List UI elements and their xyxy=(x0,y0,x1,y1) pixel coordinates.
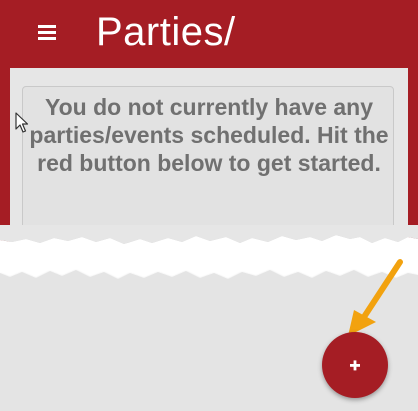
plus-icon xyxy=(350,360,360,371)
app-bar: Parties/ xyxy=(0,0,418,68)
mouse-cursor-icon xyxy=(15,112,29,133)
add-party-button[interactable] xyxy=(322,332,388,398)
app-screen: Parties/ You do not currently have any p… xyxy=(0,0,418,411)
empty-state-message: You do not currently have any parties/ev… xyxy=(29,94,389,176)
page-title: Parties/ xyxy=(96,10,236,54)
empty-state-card: You do not currently have any parties/ev… xyxy=(22,86,394,236)
orange-arrow-icon xyxy=(348,259,403,336)
hamburger-menu-icon[interactable] xyxy=(38,25,56,40)
